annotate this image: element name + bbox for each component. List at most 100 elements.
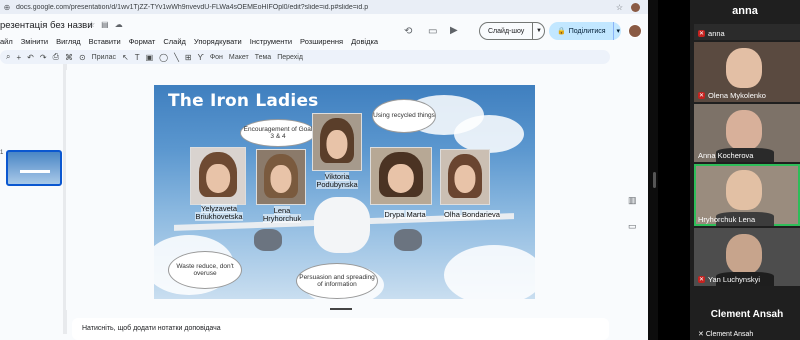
paint-format-icon[interactable]: ⌘ (65, 53, 73, 62)
participant-tile[interactable]: ✕ Olena Mykolenko (694, 42, 800, 102)
menu-tools[interactable]: Інструменти (250, 37, 292, 46)
chevron-down-icon[interactable]: ▼ (533, 28, 542, 34)
layout-button[interactable]: Макет (229, 54, 249, 61)
participant-name-tile[interactable]: Clement Ansah (694, 300, 800, 330)
panel-drag-handle[interactable] (653, 172, 656, 188)
name-last: Hryhorchuk (262, 213, 302, 223)
star-icon[interactable]: ☆ (88, 20, 101, 29)
menu-format[interactable]: Формат (129, 37, 156, 46)
name-last: Briukhovetska (195, 211, 243, 221)
move-folder-icon[interactable]: ▤ (101, 20, 115, 29)
name-viktoria[interactable]: Viktoria Podubynska (304, 172, 370, 189)
share-label[interactable]: Поділитися (569, 28, 606, 35)
name-full: Drypa Marta (384, 210, 426, 219)
slide-canvas[interactable]: The Iron Ladies Encouragement of Goal 3 … (154, 85, 535, 299)
document-title[interactable]: резентація без назви (0, 20, 93, 31)
redo-icon[interactable]: ↷ (40, 53, 47, 62)
menu-help[interactable]: Довідка (351, 37, 378, 46)
participant-tile[interactable]: Anna Kocherova (694, 104, 800, 162)
undo-icon[interactable]: ↶ (27, 53, 34, 62)
menu-view[interactable]: Вигляд (56, 37, 81, 46)
participant-tile[interactable]: ✕ Yan Luchynskyi (694, 228, 800, 286)
browser-profile-avatar[interactable] (631, 2, 640, 12)
participant-video (726, 234, 762, 274)
mic-muted-icon: ✕ (698, 92, 706, 99)
comments-icon[interactable]: ▭ (428, 26, 437, 37)
menu-edit[interactable]: Змінити (21, 37, 48, 46)
name-last: Podubynska (316, 179, 358, 189)
google-slides-window: ⊕ docs.google.com/presentation/d/1wv1TjZ… (0, 0, 648, 340)
text-box-icon[interactable]: T (135, 53, 140, 62)
share-chevron-down-icon[interactable]: ▾ (617, 27, 621, 35)
speaker-notes-field[interactable]: Натисніть, щоб додати нотатки доповідача (72, 318, 609, 340)
slide-title[interactable]: The Iron Ladies (168, 91, 319, 111)
title-row: резентація без назви ☆▤☁ айл Змінити Виг… (0, 16, 648, 50)
bubble-recycled[interactable]: Using recycled things (372, 99, 436, 133)
folder-icon[interactable]: ▭ (628, 213, 637, 239)
participant-name-small[interactable]: ✕ Clement Ansah (694, 330, 800, 340)
comment-add-icon[interactable]: ⊞ (185, 53, 192, 62)
participant-tile-speaking[interactable]: Hryhorchuk Lena (694, 164, 800, 226)
address-bar[interactable]: ⊕ docs.google.com/presentation/d/1wv1TjZ… (0, 0, 648, 14)
meet-video-icon[interactable]: ▶ (450, 25, 458, 36)
participant-tile[interactable]: ✕ anna (694, 24, 800, 40)
theme-button[interactable]: Тема (255, 54, 271, 61)
slideshow-label[interactable]: Слайд-шоу (480, 28, 532, 35)
notes-resize-handle[interactable] (330, 308, 352, 310)
photo-face (326, 129, 348, 159)
menu-extensions[interactable]: Розширення (300, 37, 343, 46)
name-first: Drypa (384, 210, 405, 219)
name-last: Marta (406, 210, 426, 219)
name-yelyzaveta[interactable]: Yelyzaveta Briukhovetska (184, 204, 254, 221)
site-info-icon[interactable]: ⊕ (0, 3, 14, 12)
cloud-saved-icon[interactable]: ☁ (115, 20, 129, 29)
slideshow-button[interactable]: Слайд-шоу ▼ (479, 22, 545, 40)
zoom-select[interactable]: Прилас (92, 54, 116, 61)
share-button[interactable]: 🔒 Поділитися ▾ (549, 22, 621, 40)
photo-yelyzaveta[interactable] (190, 147, 246, 205)
participant-label: ✕ Olena Mykolenko (698, 91, 766, 100)
bubble-persuasion[interactable]: Persuasion and spreading of information (296, 263, 378, 299)
name-drypa[interactable]: Drypa Marta (374, 210, 436, 219)
share-divider (612, 22, 614, 40)
shape-icon[interactable]: ◯ (159, 53, 168, 62)
name-lena[interactable]: Lena Hryhorchuk (252, 206, 312, 223)
zoom-icon[interactable]: ⊙ (79, 53, 86, 62)
photo-lena[interactable] (256, 149, 306, 205)
url-text[interactable]: docs.google.com/presentation/d/1wv1TjZZ-… (16, 4, 556, 11)
lock-icon: 🔒 (557, 28, 566, 35)
bookmark-star-icon[interactable]: ☆ (616, 3, 623, 12)
background-button[interactable]: Фон (210, 54, 223, 61)
menu-arrange[interactable]: Упорядкувати (194, 37, 242, 46)
plane-fuselage (314, 197, 370, 253)
bubble-goals[interactable]: Encouragement of Goal 3 & 4 (240, 119, 316, 147)
select-arrow-icon[interactable]: ↖ (122, 53, 129, 62)
menu-file[interactable]: айл (0, 37, 13, 46)
line-icon[interactable]: ╲ (174, 53, 179, 62)
slide-thumbnail[interactable] (6, 150, 62, 186)
add-slide-icon[interactable]: + (16, 53, 21, 62)
participant-label: ✕ anna (698, 29, 725, 38)
screen-root: ⊕ docs.google.com/presentation/d/1wv1TjZ… (0, 0, 800, 340)
name-full: Olha Bondarieva (444, 210, 500, 219)
title-icons: ☆▤☁ (88, 20, 129, 29)
active-speaker-name: anna (690, 0, 800, 22)
search-menus-icon[interactable]: ⌕ (6, 52, 10, 62)
background-color-icon[interactable]: Ƴ (198, 53, 204, 62)
photo-drypa[interactable] (370, 147, 432, 205)
photo-viktoria[interactable] (312, 113, 362, 171)
transition-button[interactable]: Перехід (277, 54, 303, 61)
bubble-waste[interactable]: Waste reduce, don't overuse (168, 251, 242, 289)
insert-image-icon[interactable]: ▣ (146, 53, 154, 62)
account-avatar[interactable] (628, 24, 642, 38)
participant-video (726, 48, 762, 88)
menu-slide[interactable]: Слайд (163, 37, 186, 46)
window-divider (648, 0, 658, 340)
menu-insert[interactable]: Вставити (89, 37, 121, 46)
photo-olha[interactable] (440, 149, 490, 205)
print-icon[interactable]: ⎙ (53, 52, 59, 62)
name-olha[interactable]: Olha Bondarieva (436, 210, 508, 219)
version-history-icon[interactable]: ⟲ (404, 26, 412, 37)
keep-icon[interactable]: ▥ (628, 187, 637, 213)
photo-face (387, 163, 415, 193)
